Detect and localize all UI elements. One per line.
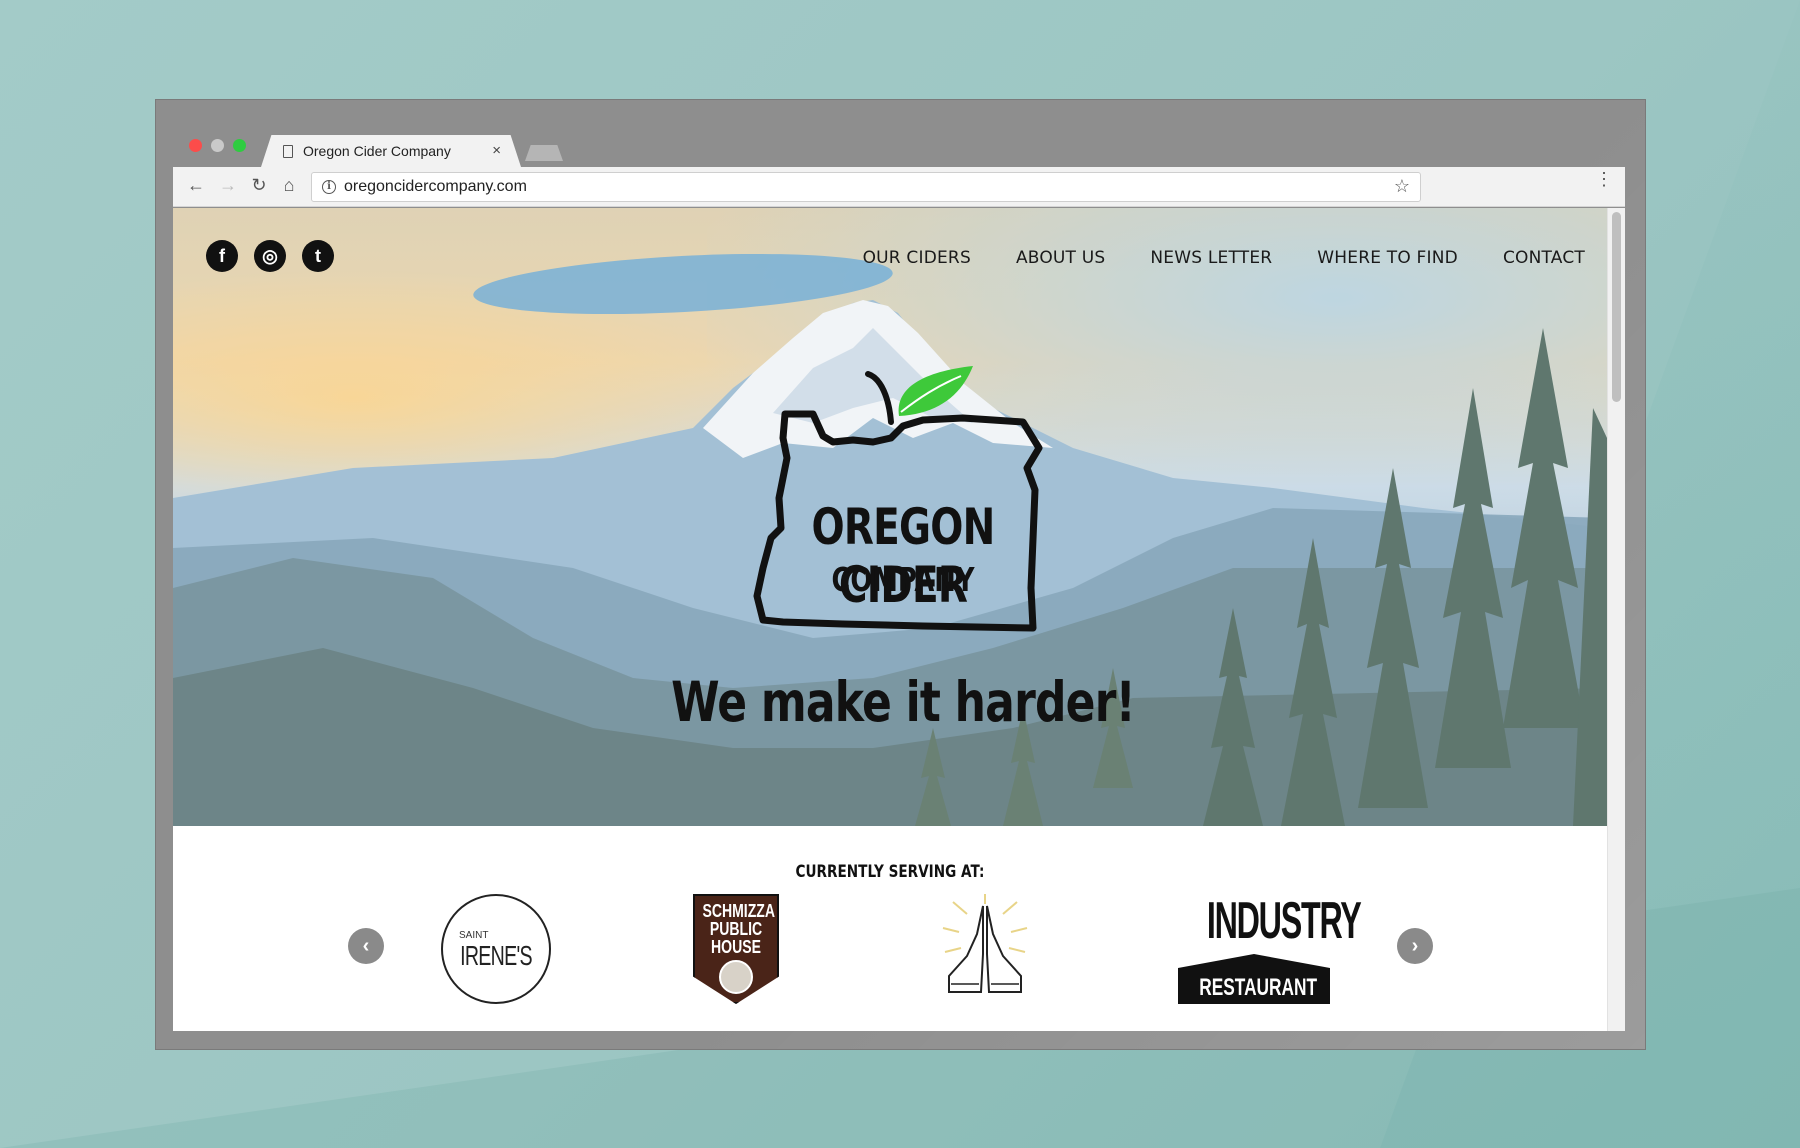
hero-section: f ◎ t OUR CIDERS ABOUT US NEWS LETTER WH… [173, 208, 1607, 826]
tab-title: Oregon Cider Company [303, 143, 451, 159]
home-icon[interactable]: ⌂ [278, 175, 300, 196]
document-icon [283, 144, 293, 158]
minimize-window-button[interactable] [211, 139, 224, 152]
scrollbar-thumb[interactable] [1612, 212, 1621, 402]
nav-about-us[interactable]: ABOUT US [1016, 248, 1105, 268]
nav-news-letter[interactable]: NEWS LETTER [1150, 248, 1272, 268]
bookmark-star-icon[interactable]: ☆ [1394, 176, 1410, 197]
new-tab-button[interactable] [525, 145, 563, 161]
social-links: f ◎ t [206, 240, 334, 272]
facebook-icon[interactable]: f [206, 240, 238, 272]
close-window-button[interactable] [189, 139, 202, 152]
carousel-next-button[interactable]: › [1397, 928, 1433, 964]
venue-subtitle: RESTAURANT [1199, 974, 1318, 1001]
tab-close-icon[interactable]: × [492, 142, 501, 159]
nav-contact[interactable]: CONTACT [1503, 248, 1585, 268]
tab-strip: Oregon Cider Company × [173, 131, 1625, 167]
serving-title: CURRENTLY SERVING AT: [795, 862, 985, 882]
forward-arrow-icon[interactable]: → [217, 175, 239, 196]
page-viewport: f ◎ t OUR CIDERS ABOUT US NEWS LETTER WH… [173, 208, 1625, 1031]
venue-name: IRENE'S [460, 940, 533, 971]
address-bar[interactable]: i oregoncidercompany.com ☆ [311, 172, 1421, 202]
instagram-icon[interactable]: ◎ [254, 240, 286, 272]
tagline: We make it harder! [671, 670, 1136, 734]
main-navigation: OUR CIDERS ABOUT US NEWS LETTER WHERE TO… [863, 248, 1585, 268]
venue-name: SCHMIZZA PUBLIC HOUSE [702, 901, 775, 957]
venue-logo-praying-hands[interactable] [937, 894, 1033, 1004]
browser-menu-icon[interactable]: ⋮ [1595, 170, 1613, 188]
maximize-window-button[interactable] [233, 139, 246, 152]
venue-logo-industry[interactable]: INDUSTRY RESTAURANT [1178, 892, 1362, 1004]
pizza-icon [719, 960, 753, 994]
twitter-icon[interactable]: t [302, 240, 334, 272]
currently-serving-section: CURRENTLY SERVING AT: ‹ SAINT IRENE'S SC… [173, 826, 1607, 1031]
logo-subtitle: COMPANY [831, 560, 975, 599]
venue-logo-schmizza[interactable]: SCHMIZZA PUBLIC HOUSE [693, 894, 779, 1004]
browser-window: Oregon Cider Company × ← → ↻ ⌂ i oregonc… [173, 131, 1625, 1031]
nav-our-ciders[interactable]: OUR CIDERS [863, 248, 971, 268]
browser-toolbar: ← → ↻ ⌂ i oregoncidercompany.com ☆ ⋮ [173, 167, 1625, 207]
browser-tab[interactable]: Oregon Cider Company × [261, 135, 521, 167]
info-icon[interactable]: i [322, 180, 336, 194]
carousel-prev-button[interactable]: ‹ [348, 928, 384, 964]
nav-where-to-find[interactable]: WHERE TO FIND [1317, 248, 1458, 268]
reload-icon[interactable]: ↻ [248, 175, 270, 196]
url-text[interactable]: oregoncidercompany.com [344, 178, 527, 196]
back-arrow-icon[interactable]: ← [185, 175, 207, 196]
page-scrollbar[interactable] [1607, 208, 1625, 1031]
venue-logo-saint-irenes[interactable]: SAINT IRENE'S [441, 894, 551, 1004]
venue-name: INDUSTRY [1206, 892, 1362, 950]
